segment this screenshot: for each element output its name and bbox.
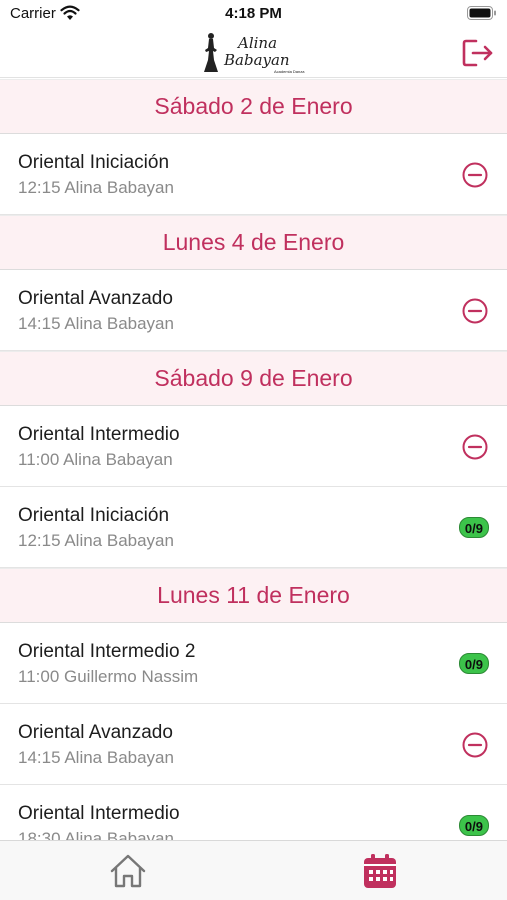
capacity-badge: 0/9 (458, 517, 489, 538)
status-bar: Carrier 4:18 PM (0, 0, 507, 28)
remove-icon[interactable] (461, 161, 489, 189)
tab-bar (0, 840, 507, 900)
list-item[interactable]: Oriental Avanzado 14:15 Alina Babayan (0, 704, 507, 785)
class-name: Oriental Intermedio (18, 803, 180, 824)
list-item[interactable]: Oriental Iniciación 12:15 Alina Babayan … (0, 487, 507, 568)
tab-home[interactable] (108, 851, 148, 891)
logo-tag: Academia Danza (274, 69, 305, 74)
list-item[interactable]: Oriental Iniciación 12:15 Alina Babayan (0, 134, 507, 215)
dancer-logo-icon: Alina Babayan Academia Danza (204, 33, 305, 74)
logout-button[interactable] (459, 34, 497, 72)
class-name: Oriental Iniciación (18, 152, 170, 173)
section-header: Lunes 4 de Enero (0, 215, 507, 270)
list-item[interactable]: Oriental Avanzado 14:15 Alina Babayan (0, 270, 507, 351)
class-detail: 11:00 Guillermo Nassim (18, 667, 199, 686)
class-detail: 14:15 Alina Babayan (18, 748, 174, 767)
logo-line-2: Babayan (223, 51, 290, 69)
class-detail: 12:15 Alina Babayan (18, 531, 174, 550)
nav-bar: Alina Babayan Academia Danza (0, 28, 507, 78)
class-name: Oriental Iniciación (18, 505, 170, 526)
status-time: 4:18 PM (225, 5, 282, 22)
class-name: Oriental Intermedio (18, 424, 180, 445)
class-detail: 11:00 Alina Babayan (18, 450, 173, 469)
logo-line-1: Alina (236, 34, 277, 52)
remove-icon[interactable] (461, 433, 489, 461)
capacity-badge: 0/9 (458, 815, 489, 836)
class-name: Oriental Intermedio 2 (18, 641, 196, 662)
calendar-icon (364, 854, 396, 888)
battery-icon (467, 6, 496, 20)
class-name: Oriental Avanzado (18, 722, 173, 743)
class-detail: 12:15 Alina Babayan (18, 178, 174, 197)
list-item[interactable]: Oriental Intermedio 18:30 Alina Babayan … (0, 785, 507, 840)
tab-calendar[interactable] (360, 851, 400, 891)
brand-logo: Alina Babayan Academia Danza (200, 30, 310, 76)
home-icon (110, 854, 146, 888)
section-header: Lunes 11 de Enero (0, 568, 507, 623)
list-item[interactable]: Oriental Intermedio 11:00 Alina Babayan (0, 406, 507, 487)
list-item[interactable]: Oriental Intermedio 2 11:00 Guillermo Na… (0, 623, 507, 704)
capacity-badge: 0/9 (458, 653, 489, 674)
class-name: Oriental Avanzado (18, 288, 173, 309)
section-header: Sábado 2 de Enero (0, 79, 507, 134)
bookings-list[interactable]: Sábado 2 de Enero Oriental Iniciación 12… (0, 79, 507, 840)
remove-icon[interactable] (461, 297, 489, 325)
class-detail: 14:15 Alina Babayan (18, 314, 174, 333)
section-header: Sábado 9 de Enero (0, 351, 507, 406)
class-detail: 18:30 Alina Babayan (18, 829, 174, 840)
remove-icon[interactable] (461, 731, 489, 759)
